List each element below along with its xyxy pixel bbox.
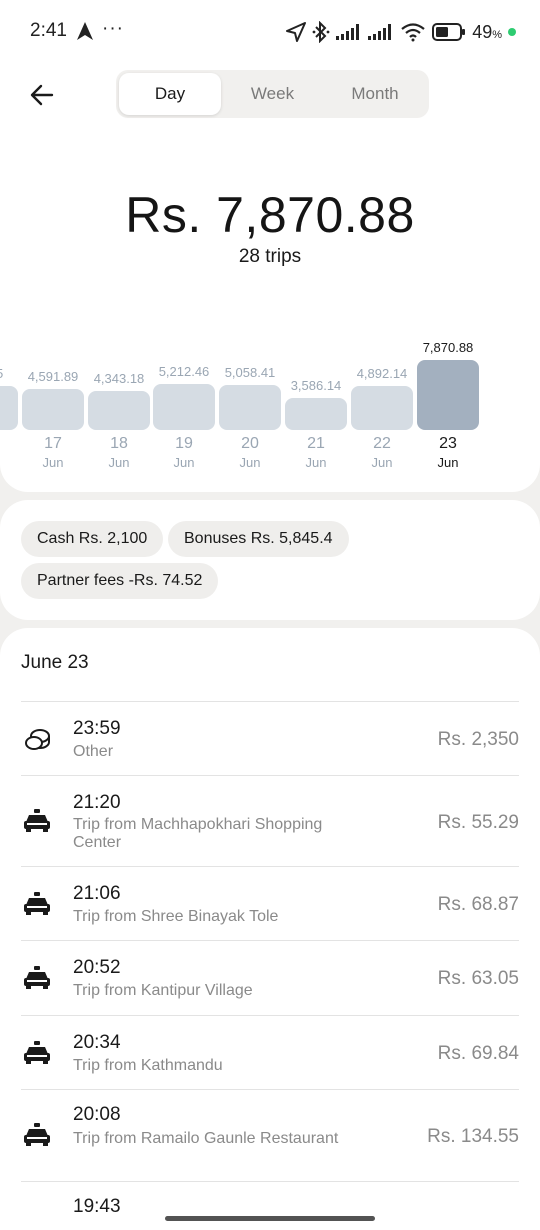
- tab-month[interactable]: Month: [324, 73, 426, 115]
- status-time: 2:41: [30, 20, 67, 41]
- item-time: 20:34: [73, 1032, 121, 1053]
- chart-day-label: 19: [175, 435, 193, 452]
- chart-bar-value: 7,870.88: [422, 340, 474, 355]
- home-indicator[interactable]: [165, 1216, 375, 1221]
- chart-bar[interactable]: [153, 384, 215, 430]
- charging-indicator: [508, 28, 516, 36]
- status-bar: 2:41 ··· 49%: [0, 0, 540, 62]
- item-description: Trip from Kantipur Village: [73, 982, 253, 999]
- car-icon: [24, 809, 50, 832]
- item-amount: Rs. 68.87: [437, 894, 519, 915]
- list-item[interactable]: 23:59 Other Rs. 2,350: [21, 701, 519, 775]
- list-date-header: June 23: [21, 652, 89, 673]
- item-amount: Rs. 2,350: [437, 729, 519, 750]
- item-description: Trip from Machhapokhari Shopping Center: [73, 816, 323, 851]
- chart-day-label: 16: [0, 435, 17, 453]
- chart-month-label: Jun: [371, 455, 393, 470]
- chart-month-label: Jun: [42, 455, 64, 470]
- bonuses-chip[interactable]: Bonuses Rs. 5,845.4: [168, 521, 349, 557]
- partner-fees-chip[interactable]: Partner fees -Rs. 74.52: [21, 563, 219, 599]
- item-time: 21:20: [73, 792, 121, 813]
- item-description: Other: [73, 743, 114, 760]
- chart-bar[interactable]: [88, 391, 150, 430]
- signal-icon-2: [368, 24, 392, 40]
- trips-count: 28 trips: [238, 246, 302, 267]
- battery-unit: %: [492, 28, 502, 41]
- item-amount: Rs. 69.84: [437, 1043, 519, 1064]
- item-description: Trip from Kathmandu: [73, 1057, 223, 1074]
- chart-bar-value: 4,892.14: [356, 366, 408, 381]
- earnings-summary-card: Day Week Month Rs. 7,870.88 28 trips 53.…: [0, 62, 540, 492]
- item-description: Trip from Ramailo Gaunle Restaurant: [73, 1130, 339, 1147]
- location-icon: [286, 22, 307, 42]
- item-description: Trip from Shree Binayak Tole: [73, 908, 279, 925]
- cash-chip[interactable]: Cash Rs. 2,100: [21, 521, 164, 557]
- tab-day[interactable]: Day: [119, 73, 221, 115]
- chart-day-label: 23: [439, 435, 457, 452]
- arrow-left-icon: [30, 84, 54, 106]
- bluetooth-icon: [312, 21, 330, 43]
- chart-day-label: 17: [44, 435, 62, 452]
- period-selector: Day Week Month: [116, 70, 429, 118]
- list-item[interactable]: 20:08 Trip from Ramailo Gaunle Restauran…: [21, 1089, 519, 1181]
- item-time: 20:08: [73, 1104, 121, 1125]
- item-time: 23:59: [73, 718, 121, 739]
- status-indicators: 49%: [286, 20, 516, 44]
- list-item[interactable]: 20:34 Trip from Kathmandu Rs. 69.84: [21, 1015, 519, 1089]
- item-amount: Rs. 55.29: [437, 812, 519, 833]
- chart-day-label: 18: [110, 435, 128, 452]
- item-time: 20:52: [73, 957, 121, 978]
- car-icon: [24, 892, 50, 915]
- chart-month-label: Jun: [173, 455, 195, 470]
- chart-month-label: Jun: [437, 455, 459, 470]
- tab-week[interactable]: Week: [221, 73, 324, 115]
- car-icon: [24, 1123, 50, 1146]
- coins-icon: [25, 729, 50, 750]
- list-item[interactable]: 21:20 Trip from Machhapokhari Shopping C…: [21, 775, 519, 866]
- chart-day-label: 22: [373, 435, 391, 452]
- chart-month-label: Jun: [239, 455, 261, 470]
- battery-percent: 49: [472, 21, 493, 42]
- battery-level: 49%: [472, 22, 502, 43]
- chart-month-label: Jun: [305, 455, 327, 470]
- transactions-card: June 23 23:59 Other Rs. 2,350 21:20 Trip…: [0, 628, 540, 1230]
- car-icon: [24, 1041, 50, 1064]
- back-button[interactable]: [24, 80, 60, 110]
- chart-bar[interactable]: [351, 386, 413, 430]
- chart-month-label: Jun: [108, 455, 130, 470]
- list-item[interactable]: 21:06 Trip from Shree Binayak Tole Rs. 6…: [21, 866, 519, 940]
- total-earnings: Rs. 7,870.88: [125, 187, 415, 243]
- chart-bar[interactable]: [219, 385, 281, 430]
- item-amount: Rs. 134.55: [427, 1126, 519, 1147]
- item-amount: Rs. 63.05: [437, 968, 519, 989]
- chart-bar[interactable]: [285, 398, 347, 430]
- battery-icon: [432, 23, 466, 41]
- status-more-icon: ···: [102, 18, 124, 39]
- car-icon: [24, 966, 50, 989]
- chart-day-label: 20: [241, 435, 259, 452]
- navigation-arrow-icon: [77, 22, 93, 40]
- item-time: 21:06: [73, 883, 121, 904]
- item-time-partial: 19:43: [73, 1196, 121, 1217]
- signal-icon: [336, 24, 360, 40]
- chart-bar[interactable]: [417, 360, 479, 430]
- daily-earnings-chart: 53.1516Jun4,591.8917Jun4,343.1818Jun5,21…: [0, 332, 540, 482]
- list-item[interactable]: 20:52 Trip from Kantipur Village Rs. 63.…: [21, 940, 519, 1014]
- chart-day-label: 21: [307, 435, 325, 452]
- earnings-breakdown-card: Cash Rs. 2,100 Bonuses Rs. 5,845.4 Partn…: [0, 500, 540, 620]
- chart-bar[interactable]: [22, 389, 84, 430]
- chart-month-label: Jun: [0, 455, 17, 470]
- chart-bar[interactable]: [0, 386, 18, 430]
- wifi-icon: [401, 23, 425, 42]
